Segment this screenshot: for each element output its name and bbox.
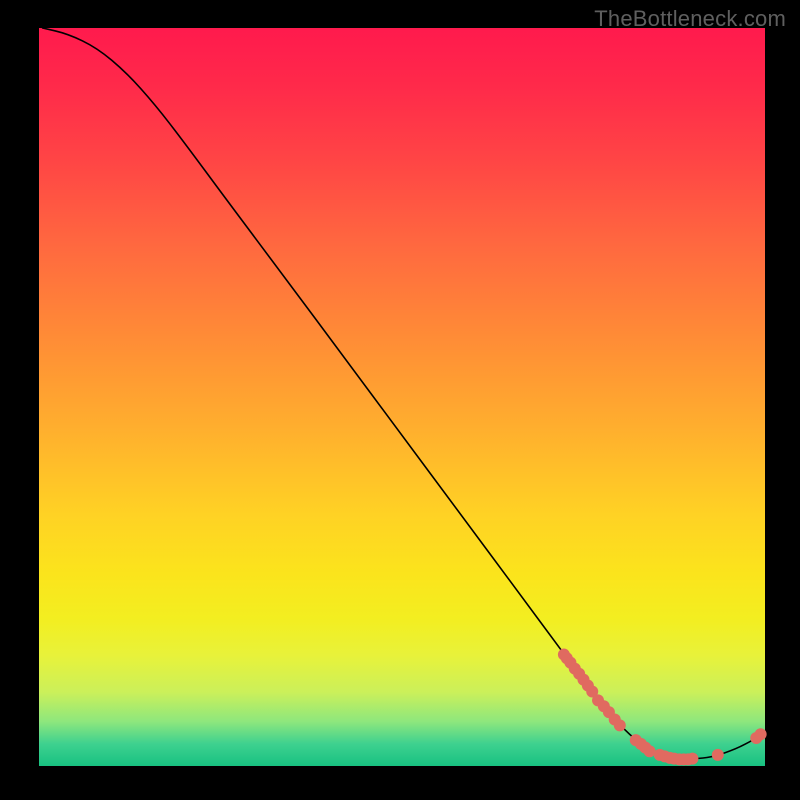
scatter-point xyxy=(686,753,698,765)
bottleneck-curve xyxy=(43,28,762,759)
scatter-point xyxy=(614,719,626,731)
chart-overlay xyxy=(39,28,765,766)
chart-container: TheBottleneck.com xyxy=(0,0,800,800)
watermark-text: TheBottleneck.com xyxy=(594,6,786,32)
scatter-point xyxy=(712,749,724,761)
scatter-points-group xyxy=(558,649,767,766)
scatter-point xyxy=(755,728,767,740)
